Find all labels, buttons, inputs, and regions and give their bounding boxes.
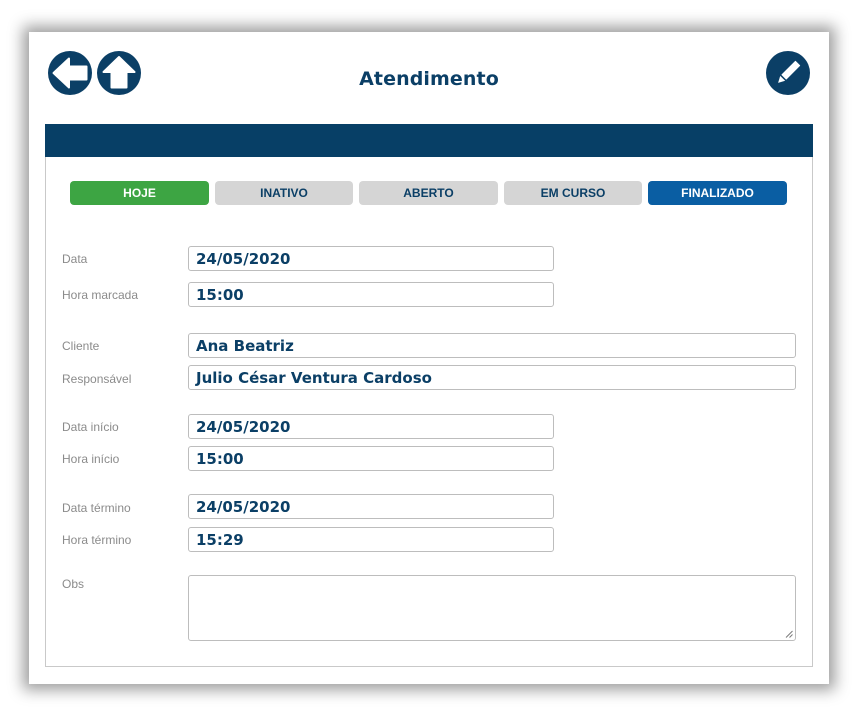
hora-inicio-label: Hora início: [62, 452, 120, 466]
hora-inicio-field[interactable]: 15:00: [188, 446, 554, 471]
data-termino-field[interactable]: 24/05/2020: [188, 494, 554, 519]
responsavel-label: Responsável: [62, 372, 132, 386]
responsavel-field[interactable]: Julio César Ventura Cardoso: [188, 365, 796, 390]
tab-hoje[interactable]: HOJE: [70, 181, 209, 205]
resize-grip-icon[interactable]: [785, 630, 793, 638]
data-inicio-label: Data início: [62, 420, 119, 434]
data-field[interactable]: 24/05/2020: [188, 246, 554, 271]
cliente-field[interactable]: Ana Beatriz: [188, 333, 796, 358]
tab-em-curso[interactable]: EM CURSO: [504, 181, 642, 205]
hora-marcada-label: Hora marcada: [62, 288, 139, 302]
cliente-label: Cliente: [62, 339, 100, 353]
hora-marcada-field[interactable]: 15:00: [188, 282, 554, 307]
tab-aberto[interactable]: ABERTO: [359, 181, 498, 205]
obs-label: Obs: [62, 577, 85, 591]
data-termino-label: Data término: [62, 501, 131, 515]
form-panel: HOJE INATIVO ABERTO EM CURSO FINALIZADO …: [45, 157, 813, 667]
tab-finalizado[interactable]: FINALIZADO: [648, 181, 787, 205]
data-inicio-field[interactable]: 24/05/2020: [188, 414, 554, 439]
data-label: Data: [62, 252, 88, 266]
hora-termino-label: Hora término: [62, 533, 132, 547]
tab-inativo[interactable]: INATIVO: [215, 181, 353, 205]
header-banner: [45, 124, 813, 157]
hora-termino-field[interactable]: 15:29: [188, 527, 554, 552]
page-title: Atendimento: [359, 68, 499, 90]
edit-button[interactable]: [766, 51, 810, 95]
pencil-icon: [778, 60, 801, 83]
obs-textarea[interactable]: [188, 575, 796, 641]
attendance-window: Atendimento HOJE INATIVO ABERTO EM CURSO…: [29, 32, 829, 684]
